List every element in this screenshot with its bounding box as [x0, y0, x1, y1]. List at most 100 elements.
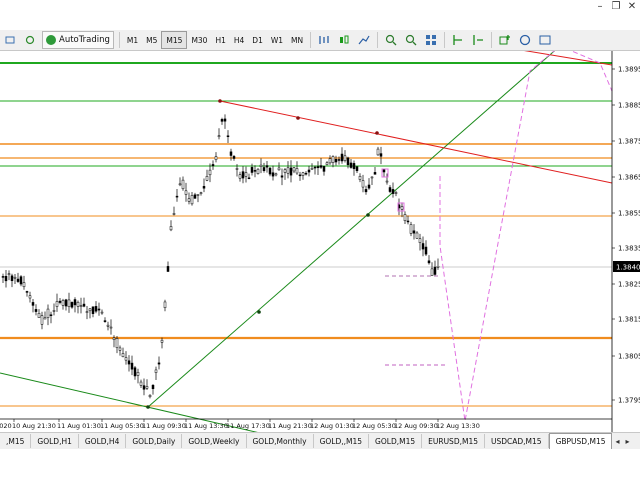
candle-body — [271, 172, 275, 177]
candle-body — [370, 176, 374, 179]
timeframe-d1[interactable]: D1 — [248, 32, 267, 48]
chart-icon[interactable] — [2, 32, 18, 48]
autotrading-label: AutoTrading — [59, 35, 110, 45]
tab-m15[interactable]: ,M15 — [0, 434, 32, 448]
candle-body — [313, 166, 317, 169]
autoscroll-icon[interactable] — [470, 32, 486, 48]
candlestick-icon[interactable] — [336, 32, 352, 48]
separator — [444, 32, 446, 48]
time-tick-label: 12 Aug 05:30 — [352, 422, 396, 430]
timeframe-w1[interactable]: W1 — [267, 32, 287, 48]
tab-gold-h1[interactable]: GOLD,H1 — [31, 434, 79, 448]
refresh-icon[interactable] — [22, 32, 38, 48]
close-button[interactable]: ✕ — [624, 0, 640, 12]
candle-body — [418, 238, 422, 243]
candle-body — [70, 302, 74, 308]
candle-body — [184, 190, 188, 195]
candle-body — [328, 158, 332, 164]
periods-icon[interactable] — [517, 32, 533, 48]
chart-shift-icon[interactable] — [450, 32, 466, 48]
candle-body — [361, 180, 365, 188]
candle-body — [109, 326, 113, 329]
current-price-label: 1.3840 — [616, 264, 640, 272]
candle-body — [286, 167, 290, 174]
candle-body — [232, 156, 236, 159]
candle-body — [136, 372, 140, 376]
candle-body — [298, 174, 302, 177]
candle-body — [427, 260, 431, 264]
candle-body — [112, 337, 116, 340]
time-tick-label: 12 Aug 09:30 — [394, 422, 438, 430]
candle-body — [400, 206, 404, 210]
tab-gold-m15-b[interactable]: GOLD,M15 — [369, 434, 423, 448]
candle-body — [223, 118, 227, 122]
candle-body — [436, 266, 440, 268]
candle-body — [238, 174, 242, 179]
candle-body — [88, 308, 92, 312]
tab-gold-h4[interactable]: GOLD,H4 — [79, 434, 127, 448]
price-tick-label: 1.3875 — [618, 138, 640, 146]
candle-body — [250, 167, 254, 173]
candle-body — [253, 170, 257, 172]
tab-eurusd-m15[interactable]: EURUSD,M15 — [422, 434, 485, 448]
candle-body — [127, 360, 131, 365]
candle-body — [175, 195, 179, 198]
indicators-icon[interactable] — [497, 32, 513, 48]
candle-body — [307, 169, 311, 173]
window-controls: – ❐ ✕ — [592, 0, 640, 14]
candle-body — [295, 168, 299, 174]
timeframe-h4[interactable]: H4 — [230, 32, 248, 48]
candle-body — [55, 301, 59, 307]
tab-gold-weekly[interactable]: GOLD,Weekly — [182, 434, 247, 448]
timeframe-h1[interactable]: H1 — [211, 32, 229, 48]
timeframe-mn[interactable]: MN — [287, 32, 307, 48]
candle-body — [235, 168, 239, 170]
candle-body — [322, 166, 326, 172]
candle-body — [73, 299, 77, 306]
timeframe-m5[interactable]: M5 — [142, 32, 161, 48]
zoom-out-icon[interactable] — [403, 32, 419, 48]
candle-body — [118, 347, 122, 351]
candle-body — [211, 164, 215, 167]
price-tick-label: 1.3805 — [618, 353, 640, 361]
timeframe-m30[interactable]: M30 — [187, 32, 211, 48]
candle-body — [331, 156, 335, 163]
line-chart-icon[interactable] — [356, 32, 372, 48]
candle-body — [64, 299, 68, 307]
price-chart[interactable]: 1.3895 1.3885 1.3875 1.3865 1.3855 1.3835 1.38… — [0, 51, 640, 442]
candle-body — [58, 300, 62, 303]
candle-body — [19, 276, 23, 285]
candle-body — [256, 168, 260, 174]
tab-scroll-right-icon[interactable]: ▸ — [622, 434, 632, 448]
tab-scroll-left-icon[interactable]: ◂ — [612, 434, 622, 448]
bar-chart-icon[interactable] — [316, 32, 332, 48]
restore-button[interactable]: ❐ — [608, 0, 624, 12]
candle-body — [391, 189, 395, 194]
tab-usdcad-m15[interactable]: USDCAD,M15 — [485, 434, 549, 448]
candle-body — [355, 166, 359, 172]
time-tick-label: 12 Aug 01:30 — [310, 422, 354, 430]
candle-body — [34, 309, 38, 312]
candle-body — [259, 164, 263, 167]
tab-gbpusd-m15[interactable]: GBPUSD,M15 — [548, 433, 613, 449]
candle-body — [163, 301, 167, 308]
templates-icon[interactable] — [537, 32, 553, 48]
candle-body — [76, 301, 80, 307]
minimize-button[interactable]: – — [592, 0, 608, 12]
timeframe-m1[interactable]: M1 — [123, 32, 142, 48]
tab-gold-monthly[interactable]: GOLD,Monthly — [247, 434, 314, 448]
autotrading-status-icon — [46, 35, 56, 45]
tab-gold-daily[interactable]: GOLD,Daily — [126, 434, 183, 448]
tile-windows-icon[interactable] — [423, 32, 439, 48]
candle-body — [106, 324, 110, 327]
chart-canvas[interactable]: 1.3895 1.3885 1.3875 1.3865 1.3855 1.3835 1.38… — [0, 51, 640, 442]
tab-gold-m15-a[interactable]: GOLD,,M15 — [314, 434, 370, 448]
candle-body — [181, 179, 185, 190]
candle-body — [274, 173, 278, 176]
candle-body — [124, 357, 128, 361]
candle-body — [262, 167, 266, 171]
zoom-in-icon[interactable] — [383, 32, 399, 48]
timeframe-m15[interactable]: M15 — [161, 31, 188, 49]
autotrading-button[interactable]: AutoTrading — [42, 31, 114, 49]
candle-body — [433, 266, 437, 275]
